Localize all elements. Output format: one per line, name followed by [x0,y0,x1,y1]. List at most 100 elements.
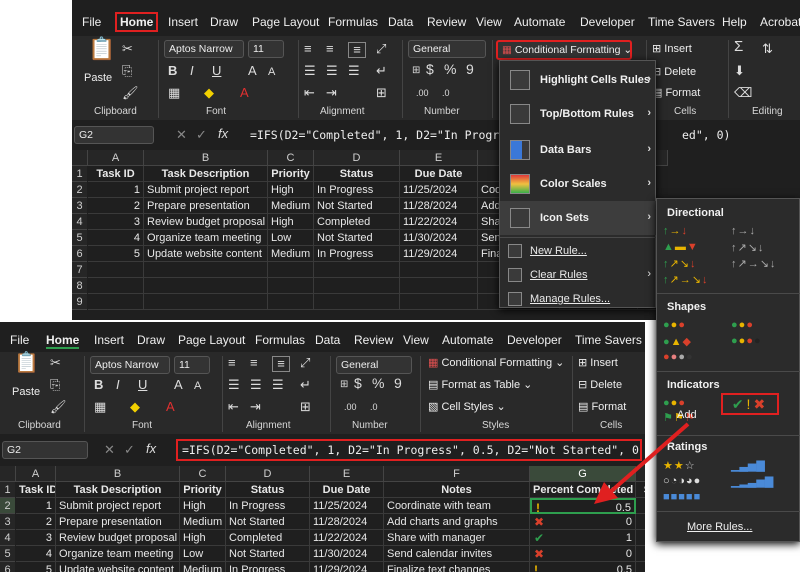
cell-task-id[interactable]: 5 [16,562,56,572]
header-cell[interactable]: Task Description [144,166,268,182]
clipboard-icon[interactable]: 📋 [14,353,39,373]
number-format-select[interactable]: General [336,356,412,374]
accounting-icon[interactable]: ⊞ [340,378,348,392]
cell-priority[interactable]: High [268,182,314,198]
cell-status[interactable]: Not Started [314,198,400,214]
cell-task-description[interactable]: Prepare presentation [144,198,268,214]
format-cells-button[interactable]: ▤ Format [578,400,626,413]
cell-status[interactable]: In Progress [314,246,400,262]
cell-task-description[interactable]: Update website content [144,246,268,262]
directional-3-arrows-icon[interactable]: ↑→↓ [663,225,688,237]
tab-data[interactable]: Data [315,333,340,347]
cell-due-date[interactable]: 11/30/2024 [310,546,384,562]
menu-item-icon-sets[interactable]: Icon Sets › [500,201,657,235]
cell-due-date[interactable]: 11/25/2024 [400,182,478,198]
row-header[interactable]: 7 [72,262,87,278]
copy-icon[interactable]: ⎘ [50,378,60,392]
row-header[interactable]: 6 [0,562,15,572]
empty-cell[interactable] [268,278,314,294]
indent-decrease-icon[interactable]: ⇤ [228,400,239,414]
column-header[interactable]: F [384,466,530,482]
conditional-formatting-button[interactable]: ▦ Conditional Formatting ⌄ [428,356,564,369]
tab-view[interactable]: View [476,15,502,29]
shapes-red-to-black-icon[interactable]: ●●●● [663,351,694,363]
cell-priority[interactable]: High [180,530,226,546]
indicators-3-symbols-circled-icon[interactable]: ●●● [663,397,686,409]
menu-item-manage-rules[interactable]: Manage Rules... [500,287,657,311]
cell-status[interactable]: Not Started [314,230,400,246]
scissors-icon[interactable]: ✂ [122,42,133,56]
bold-icon[interactable]: B [94,378,103,392]
sort-filter-icon[interactable]: ⇅ [762,42,773,56]
cell-percent-completed[interactable]: 0 ✖ [530,514,636,530]
cancel-icon[interactable]: ✕ [176,128,187,142]
cell-task-id[interactable]: 3 [16,530,56,546]
delete-cells-button[interactable]: ⊟ Delete [652,65,696,78]
font-grow-icon[interactable]: A [174,378,183,392]
cell-due-date[interactable]: 11/28/2024 [400,198,478,214]
row-header[interactable]: 1 [72,166,87,182]
menu-item-color-scales[interactable]: Color Scales › [500,167,657,201]
tab-home[interactable]: Home [46,333,80,349]
more-rules-link[interactable]: More Rules... [687,521,752,533]
menu-item-new-rule[interactable]: New Rule... [500,239,657,263]
cell-due-date[interactable]: 11/30/2024 [400,230,478,246]
empty-cell[interactable] [314,294,400,310]
empty-cell[interactable] [400,294,478,310]
cell-due-date[interactable]: 11/25/2024 [310,498,384,514]
tab-data[interactable]: Data [388,15,413,29]
decrease-decimal-icon[interactable]: .0 [442,86,450,100]
shapes-3-traffic-lights-rimmed-icon[interactable]: ●●● [731,319,754,331]
tab-automate[interactable]: Automate [514,15,565,29]
row-header[interactable]: 4 [72,214,87,230]
header-cell[interactable]: Task ID [16,482,56,498]
merge-icon[interactable]: ⊞ [300,400,311,414]
row-header[interactable]: 8 [72,278,87,294]
cell-notes[interactable]: Coordinate with team [384,498,530,514]
menu-item-data-bars[interactable]: Data Bars › [500,133,657,167]
menu-item-clear-rules[interactable]: Clear Rules › [500,263,657,287]
insert-cells-button[interactable]: ⊞ Insert [578,356,618,369]
header-cell[interactable]: Status [226,482,310,498]
font-grow-icon[interactable]: A [248,64,257,78]
cell-due-date[interactable]: 11/22/2024 [400,214,478,230]
ratings-4-bars-icon[interactable]: ▁▃▅▇ [731,459,765,472]
currency-icon[interactable]: $ [426,62,434,76]
fx-icon[interactable]: fx [218,127,228,141]
align-top-icon[interactable]: ≡ [228,356,236,370]
tab-draw[interactable]: Draw [137,333,165,347]
cell-percent-completed[interactable]: 0 ✖ [530,546,636,562]
empty-cell[interactable] [268,262,314,278]
increase-decimal-icon[interactable]: .00 [344,400,357,414]
header-cell[interactable]: Priority [268,166,314,182]
cell-due-date[interactable]: 11/29/2024 [400,246,478,262]
font-shrink-icon[interactable]: A [268,65,275,79]
cell-due-date[interactable]: 11/28/2024 [310,514,384,530]
cell-notes[interactable]: Share with manager [384,530,530,546]
font-color-icon[interactable]: A [166,400,175,414]
increase-decimal-icon[interactable]: .00 [416,86,429,100]
format-as-table-button[interactable]: ▤ Format as Table ⌄ [428,378,532,391]
underline-icon[interactable]: U [212,64,221,78]
name-box[interactable]: G2 [2,441,88,459]
directional-5-arrows-icon[interactable]: ↑↗→↘↓ [663,273,708,286]
column-header[interactable]: A [16,466,56,482]
tab-review[interactable]: Review [354,333,393,347]
italic-icon[interactable]: I [190,64,194,78]
menu-item-top-bottom-rules[interactable]: Top/Bottom Rules › [500,97,657,131]
cell-task-description[interactable]: Submit project report [56,498,180,514]
cell-status[interactable]: Not Started [226,514,310,530]
cell-task-description[interactable]: Review budget proposal [144,214,268,230]
cell-priority[interactable]: Medium [180,562,226,572]
row-header[interactable]: 5 [0,546,15,562]
bold-icon[interactable]: B [168,64,177,78]
row-header[interactable]: 3 [72,198,87,214]
orientation-icon[interactable]: ⤢ [376,42,386,56]
cell-percent-completed[interactable]: 0.5! [530,562,636,572]
cell-status[interactable]: In Progress [226,562,310,572]
cell-task-description[interactable]: Submit project report [144,182,268,198]
align-top-icon[interactable]: ≡ [304,42,312,56]
tab-review[interactable]: Review [427,15,466,29]
cell-due-date[interactable]: 11/29/2024 [310,562,384,572]
header-cell[interactable]: Notes [384,482,530,498]
